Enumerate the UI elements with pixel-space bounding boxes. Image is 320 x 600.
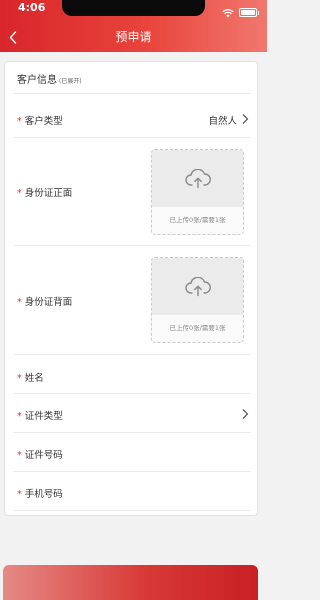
customer-info-card: 客户信息 (已展开) * 客户类型 自然人 * 身份证正面 已上传0张/需要1张 * 身…: [4, 61, 258, 516]
required-mark: *: [17, 411, 22, 422]
cloud-upload-icon: [184, 276, 211, 296]
upload-hint: 已上传0张/需要1张: [169, 216, 226, 224]
id-number-row[interactable]: * 证件号码: [13, 434, 251, 472]
section-title-text: 客户信息: [17, 75, 57, 86]
chevron-right-icon: [242, 114, 249, 124]
section-title: 客户信息 (已展开): [17, 71, 82, 86]
status-time: 4:06: [18, 1, 46, 14]
name-label: * 姓名: [17, 373, 44, 384]
id-back-upload[interactable]: 已上传0张/需要1张: [151, 257, 244, 343]
required-mark: *: [17, 450, 22, 461]
name-row[interactable]: * 姓名: [13, 356, 251, 394]
id-front-upload[interactable]: 已上传0张/需要1张: [151, 149, 244, 235]
required-mark: *: [17, 188, 22, 199]
id-number-label: * 证件号码: [17, 450, 63, 461]
status-bar: 4:06: [0, 0, 267, 20]
id-front-label: * 身份证正面: [17, 188, 73, 199]
status-icons: [222, 3, 259, 22]
wifi-icon: [222, 3, 234, 22]
app-header: 4:06 预申请: [0, 0, 267, 52]
customer-type-value: 自然人: [208, 116, 237, 127]
cloud-upload-icon: [184, 168, 211, 188]
id-type-row[interactable]: * 证件类型: [13, 395, 251, 433]
battery-icon: [239, 8, 259, 17]
required-mark: *: [17, 116, 22, 127]
chevron-right-icon: [242, 409, 249, 419]
upload-area: [152, 258, 243, 315]
required-mark: *: [17, 297, 22, 308]
customer-type-label: * 客户类型: [17, 116, 63, 127]
id-back-label: * 身份证背面: [17, 297, 73, 308]
phone-label: * 手机号码: [17, 489, 63, 500]
customer-type-row[interactable]: * 客户类型 自然人: [13, 95, 251, 138]
section-header[interactable]: 客户信息 (已展开): [13, 62, 251, 94]
nav-bar: 预申请: [0, 26, 267, 48]
submit-button[interactable]: [3, 565, 258, 600]
upload-area: [152, 150, 243, 207]
id-front-row: * 身份证正面 已上传0张/需要1张: [13, 139, 251, 246]
phone-row[interactable]: * 手机号码: [13, 473, 251, 511]
id-type-label: * 证件类型: [17, 411, 63, 422]
id-back-row: * 身份证背面 已上传0张/需要1张: [13, 247, 251, 355]
device-notch: [62, 0, 205, 16]
page-title: 预申请: [115, 30, 152, 44]
required-mark: *: [17, 373, 22, 384]
section-expand-state: (已展开): [59, 78, 82, 85]
required-mark: *: [17, 489, 22, 500]
upload-hint: 已上传0张/需要1张: [169, 324, 226, 332]
